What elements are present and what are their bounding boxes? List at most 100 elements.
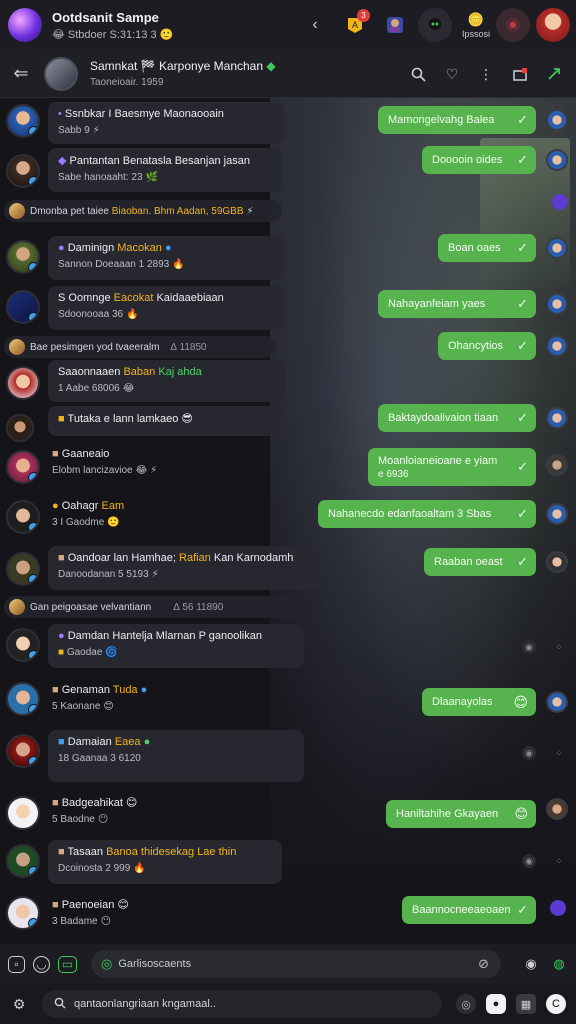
game-controller-icon[interactable]: ● — [486, 994, 506, 1014]
message-text: ■ Gaaneaio — [52, 448, 110, 460]
outgoing-bubble[interactable]: Ohancytios ✓ — [438, 332, 536, 360]
message-bubble[interactable]: S Oomnge Eacokat Kaidaaebiaan Sdoonooaa … — [48, 286, 284, 330]
message-bubble[interactable]: ● Damdan Hantelja Mlarnan P ganoolikan ■… — [48, 624, 304, 668]
outgoing-bubble[interactable]: Dooooin oides ✓ — [422, 146, 536, 174]
mask-icon[interactable] — [496, 8, 530, 42]
mic-icon[interactable]: ◍ — [550, 955, 568, 973]
reaction-icon[interactable]: ◉ — [522, 854, 536, 868]
outgoing-bubble[interactable]: Moanloianeioane e yiam e 6936 ✓ — [368, 448, 536, 486]
message-text: ■ Oandoar lan Hamhae; Rafian Kan Karnoda… — [58, 552, 294, 564]
message-avatar[interactable] — [6, 154, 40, 188]
message-plain[interactable]: ■ Gaaneaio Elobm lancizavioe 😂 ⚡ — [52, 448, 252, 488]
message-plain[interactable]: ■ Genaman Tuda ● 5 Kaonane 😊 — [52, 684, 252, 724]
message-avatar[interactable] — [6, 734, 40, 768]
outgoing-bubble[interactable]: Boan oaes ✓ — [438, 234, 536, 262]
message-avatar[interactable] — [6, 796, 40, 830]
bottom-search-bar: ⚙ qantaonlangriaan kngamaal.. ◎ ● ▦ C — [0, 984, 576, 1024]
message-plain[interactable]: ■ Badgeahikat 😊 5 Baodne 😶 — [52, 796, 252, 836]
outgoing-bubble[interactable]: Baannocneeaeoaen ✓ — [402, 896, 536, 924]
bottom-search-input[interactable]: qantaonlangriaan kngamaal.. — [42, 990, 442, 1018]
message-avatar[interactable] — [6, 366, 40, 400]
outgoing-bubble[interactable]: Raaban oeast ✓ — [424, 548, 536, 576]
search-icon[interactable] — [406, 62, 430, 86]
message-text: ■ Badgeahikat 😊 — [52, 797, 138, 809]
message-avatar[interactable] — [6, 104, 40, 138]
message-avatar[interactable] — [6, 240, 40, 274]
sender-avatar[interactable] — [546, 503, 568, 525]
message-avatar[interactable] — [6, 290, 40, 324]
sender-avatar[interactable] — [546, 454, 568, 476]
profile-c-icon[interactable]: C — [546, 994, 566, 1014]
heart-icon[interactable]: ♡ — [440, 62, 464, 86]
sender-avatar[interactable] — [546, 109, 568, 131]
image-icon[interactable]: ▭ — [58, 955, 77, 973]
sender-avatar[interactable] — [546, 691, 568, 713]
outgoing-bubble[interactable]: Nahanecdo edanfaoaltam 3 Sbas ✓ — [318, 500, 536, 528]
settings-icon[interactable]: ⚙ — [8, 996, 30, 1013]
message-avatar[interactable] — [6, 844, 40, 878]
system-line[interactable]: Bae pesimgen yod tvaeeralm ∆ 11850 — [4, 336, 276, 358]
reaction-icon[interactable]: ◉ — [522, 640, 536, 654]
sender-avatar[interactable] — [546, 335, 568, 357]
outgoing-bubble[interactable]: Dlaanayolas 😊 — [422, 688, 536, 716]
message-meta: Danoodanan 5 5193 ⚡ — [58, 569, 159, 580]
coins-widget[interactable]: 🪙 Ipssosi — [462, 12, 490, 39]
more-vertical-icon[interactable]: ⋮ — [474, 62, 498, 86]
game-character-icon[interactable] — [378, 8, 412, 42]
message-avatar[interactable] — [6, 450, 40, 484]
message-plain[interactable]: ■ Paenoeian 😊 3 Badame 😶 — [52, 898, 252, 938]
message-bubble[interactable]: • Ssnbkar I Baesmye Maonaooain Sabb 9 ⚡ — [48, 102, 284, 144]
alert-badge-icon[interactable]: A 3 — [338, 8, 372, 42]
message-avatar[interactable] — [6, 500, 40, 534]
pin-icon[interactable] — [542, 62, 566, 86]
message-bubble[interactable]: ● Daminign Macokan ● Sannon Doeaaan 1 28… — [48, 236, 284, 280]
sender-avatar[interactable] — [546, 293, 568, 315]
outgoing-bubble[interactable]: Baktaydoalivaion tiaan ✓ — [378, 404, 536, 432]
check-icon: ✓ — [517, 554, 528, 569]
sticker-icon[interactable]: ⊘ — [478, 956, 489, 972]
drag-handle-icon[interactable]: ⁘ — [552, 640, 566, 654]
drag-handle-icon[interactable]: ⁘ — [552, 854, 566, 868]
emoji-icon[interactable]: ◡ — [33, 955, 50, 973]
message-plain[interactable]: ● Oahagr Eam 3 I Gaodme 🙂 — [52, 500, 252, 540]
back-arrow-icon[interactable]: ⇐ — [8, 63, 34, 84]
attach-icon[interactable]: ▫ — [8, 955, 25, 973]
gallery-icon[interactable]: ▦ — [516, 994, 536, 1014]
message-avatar[interactable] — [6, 552, 40, 586]
outgoing-bubble[interactable]: Nahayanfeiam yaes ✓ — [378, 290, 536, 318]
skull-icon[interactable] — [417, 8, 452, 42]
sender-avatar[interactable] — [546, 798, 568, 820]
camera-icon[interactable]: ◉ — [522, 955, 540, 973]
chat-avatar[interactable] — [44, 56, 78, 91]
system-line[interactable]: Gan peigoasae velvantiann ∆ 56 11890 — [4, 596, 322, 618]
message-avatar[interactable] — [6, 896, 40, 930]
sender-avatar[interactable] — [546, 407, 568, 429]
message-bubble[interactable]: ■ Oandoar lan Hamhae; Rafian Kan Karnoda… — [48, 546, 322, 590]
app-logo[interactable] — [8, 8, 42, 42]
outgoing-bubble[interactable]: Mamongelvahg Balea ✓ — [378, 106, 536, 134]
message-bubble[interactable]: ■ Tasaan Banoa thidesekag Lae thin Dcoin… — [48, 840, 282, 884]
message-bubble[interactable]: ◆ Pantantan Benatasla Besanjan jasan Sab… — [48, 148, 282, 192]
globe-icon[interactable]: ◎ — [456, 994, 476, 1014]
verified-icon — [28, 262, 38, 272]
sender-avatar[interactable] — [546, 149, 568, 171]
message-bubble[interactable]: Saaonnaaen Baban Kaj ahda 1 Aabe 68006 😂 — [48, 360, 286, 402]
message-avatar[interactable] — [6, 414, 34, 442]
message-bubble[interactable]: ■ Damaian Eaea ● 18 Gaanaa 3 6120 — [48, 730, 304, 782]
sender-avatar[interactable] — [546, 237, 568, 259]
message-list[interactable]: • Ssnbkar I Baesmye Maonaooain Sabb 9 ⚡ ◆… — [0, 98, 576, 944]
chevron-left-icon[interactable]: ‹ — [298, 8, 332, 42]
bottom-search-placeholder: qantaonlangriaan kngamaal.. — [74, 998, 216, 1010]
drag-handle-icon[interactable]: ⁘ — [552, 746, 566, 760]
outgoing-bubble[interactable]: Haniltahihe Gkayaen 😊 — [386, 800, 536, 828]
message-avatar[interactable] — [6, 628, 40, 662]
system-line[interactable]: Dmonba pet taiee Biaoban. Bhm Aadan, 59G… — [4, 200, 282, 222]
gift-icon[interactable] — [508, 62, 532, 86]
message-bubble[interactable]: ■ Tutaka e lann lamkaeo 😎 — [48, 406, 286, 436]
message-input[interactable]: ◎ Garlisoscaents ⊘ — [91, 950, 501, 978]
reaction-icon[interactable]: ◉ — [522, 746, 536, 760]
message-avatar[interactable] — [6, 682, 40, 716]
sender-avatar[interactable] — [546, 551, 568, 573]
profile-avatar[interactable] — [536, 8, 570, 42]
verified-icon — [28, 176, 38, 186]
